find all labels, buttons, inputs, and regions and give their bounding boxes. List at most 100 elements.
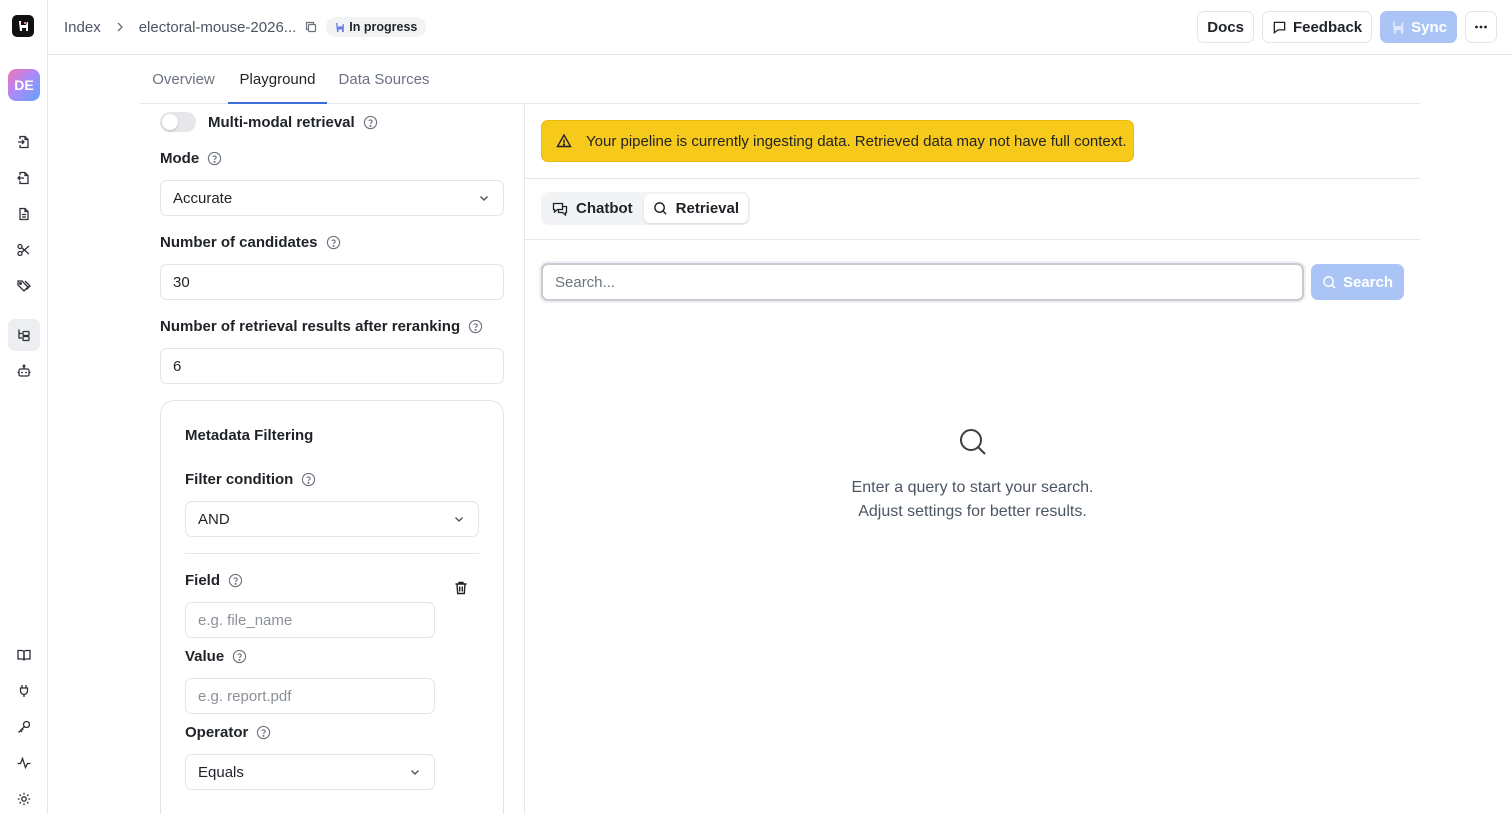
pipeline-tree-icon[interactable] bbox=[8, 319, 40, 351]
left-rail: DE bbox=[0, 0, 48, 814]
empty-state: Enter a query to start your search. Adju… bbox=[525, 426, 1420, 524]
mode-select[interactable]: Accurate bbox=[160, 180, 504, 216]
llama-status-icon bbox=[336, 22, 345, 32]
more-options-button[interactable] bbox=[1465, 11, 1497, 43]
multimodal-label: Multi-modal retrieval bbox=[208, 113, 355, 131]
help-circle-icon[interactable] bbox=[228, 573, 243, 588]
chatbot-tab[interactable]: Chatbot bbox=[543, 194, 642, 223]
messages-icon bbox=[552, 202, 568, 216]
multimodal-toggle[interactable] bbox=[160, 112, 196, 132]
help-circle-icon[interactable] bbox=[232, 649, 247, 664]
help-circle-icon[interactable] bbox=[207, 151, 222, 166]
search-button-label: Search bbox=[1342, 273, 1394, 291]
candidates-value: 30 bbox=[173, 273, 190, 291]
search-large-icon bbox=[525, 426, 1420, 458]
help-circle-icon[interactable] bbox=[301, 472, 316, 487]
retrieval-settings-panel: Multi-modal retrieval Mode Accurate Numb… bbox=[140, 104, 525, 814]
key-icon[interactable] bbox=[8, 711, 40, 743]
metadata-filtering-card: Metadata Filtering Filter condition AND … bbox=[160, 400, 504, 814]
filter-condition-label-group: Filter condition bbox=[185, 471, 316, 488]
message-square-icon bbox=[1273, 21, 1286, 34]
chevron-right-icon bbox=[113, 20, 127, 34]
divider bbox=[525, 239, 1420, 240]
plug-icon[interactable] bbox=[8, 675, 40, 707]
multimodal-row: Multi-modal retrieval bbox=[160, 112, 378, 132]
rerank-label-group: Number of retrieval results after rerank… bbox=[160, 318, 483, 335]
value-label-group: Value bbox=[185, 648, 247, 665]
avatar[interactable]: DE bbox=[8, 69, 40, 101]
rerank-label: Number of retrieval results after rerank… bbox=[160, 318, 461, 335]
tab-data-sources[interactable]: Data Sources bbox=[328, 55, 440, 103]
field-text-input[interactable] bbox=[198, 611, 422, 629]
metadata-filtering-title: Metadata Filtering bbox=[185, 427, 314, 444]
operator-label-group: Operator bbox=[185, 724, 271, 741]
tags-icon[interactable] bbox=[8, 270, 40, 302]
filter-condition-select[interactable]: AND bbox=[185, 501, 479, 537]
help-circle-icon[interactable] bbox=[326, 235, 341, 250]
field-label: Field bbox=[185, 572, 221, 589]
feedback-button[interactable]: Feedback bbox=[1261, 11, 1373, 43]
tab-overview[interactable]: Overview bbox=[140, 55, 227, 103]
help-circle-icon[interactable] bbox=[256, 725, 271, 740]
operator-select[interactable]: Equals bbox=[185, 754, 435, 790]
retrieval-playground: Your pipeline is currently ingesting dat… bbox=[525, 104, 1420, 814]
divider bbox=[185, 553, 479, 554]
sync-button[interactable]: Sync bbox=[1380, 11, 1457, 43]
help-circle-icon[interactable] bbox=[363, 115, 378, 130]
filter-condition-label: Filter condition bbox=[185, 471, 294, 488]
trash-icon[interactable] bbox=[453, 580, 469, 596]
alert-message: Your pipeline is currently ingesting dat… bbox=[586, 132, 1127, 150]
retrieval-label: Retrieval bbox=[675, 200, 740, 217]
candidates-label: Number of candidates bbox=[160, 234, 318, 251]
operator-label: Operator bbox=[185, 724, 249, 741]
copy-icon[interactable] bbox=[304, 20, 318, 34]
mode-value: Accurate bbox=[173, 189, 233, 207]
llama-sync-icon bbox=[1392, 20, 1404, 34]
mode-switch: Chatbot Retrieval bbox=[541, 192, 751, 225]
llama-logo-icon[interactable] bbox=[12, 15, 34, 37]
retrieval-tab[interactable]: Retrieval bbox=[643, 194, 749, 223]
mode-label: Mode bbox=[160, 150, 200, 167]
activity-icon[interactable] bbox=[8, 747, 40, 779]
tab-playground[interactable]: Playground bbox=[228, 55, 327, 104]
search-icon bbox=[653, 202, 667, 215]
operator-value: Equals bbox=[198, 763, 244, 781]
file-export-icon[interactable] bbox=[8, 162, 40, 194]
candidates-label-group: Number of candidates bbox=[160, 234, 341, 251]
file-import-icon[interactable] bbox=[8, 126, 40, 158]
feedback-label: Feedback bbox=[1292, 18, 1363, 36]
search-input[interactable] bbox=[555, 273, 1290, 291]
field-label-group: Field bbox=[185, 572, 243, 589]
empty-state-text: Enter a query to start your search. Adju… bbox=[525, 476, 1420, 524]
help-circle-icon[interactable] bbox=[468, 319, 483, 334]
value-text-input[interactable] bbox=[198, 687, 422, 705]
alert-triangle-icon bbox=[556, 133, 572, 148]
bot-icon[interactable] bbox=[8, 355, 40, 387]
breadcrumb-index[interactable]: Index bbox=[64, 19, 101, 36]
top-actions: Docs Feedback Sync bbox=[1197, 11, 1497, 43]
ingesting-warning-alert: Your pipeline is currently ingesting dat… bbox=[541, 120, 1134, 162]
gear-icon[interactable] bbox=[8, 783, 40, 814]
app-root: DE Index electoral-mouse-2026... In prog… bbox=[0, 0, 1512, 814]
divider bbox=[525, 178, 1420, 179]
breadcrumb-pipeline[interactable]: electoral-mouse-2026... bbox=[139, 19, 297, 36]
empty-state-line-1: Enter a query to start your search. bbox=[851, 479, 1094, 496]
status-badge: In progress bbox=[326, 17, 427, 37]
status-text: In progress bbox=[349, 20, 418, 34]
value-input[interactable] bbox=[185, 678, 435, 714]
docs-button[interactable]: Docs bbox=[1197, 11, 1254, 43]
value-label: Value bbox=[185, 648, 225, 665]
search-button[interactable]: Search bbox=[1311, 264, 1404, 300]
rerank-input[interactable]: 6 bbox=[160, 348, 504, 384]
search-field[interactable] bbox=[541, 263, 1304, 301]
scissors-icon[interactable] bbox=[8, 234, 40, 266]
page-tabs: Overview Playground Data Sources bbox=[140, 55, 1420, 104]
candidates-input[interactable]: 30 bbox=[160, 264, 504, 300]
field-input[interactable] bbox=[185, 602, 435, 638]
document-icon[interactable] bbox=[8, 198, 40, 230]
chevron-down-icon bbox=[455, 517, 463, 522]
sync-label: Sync bbox=[1411, 18, 1447, 36]
book-open-icon[interactable] bbox=[8, 639, 40, 671]
top-bar: Index electoral-mouse-2026... In progres… bbox=[48, 0, 1512, 55]
multimodal-label-group: Multi-modal retrieval bbox=[208, 114, 378, 131]
